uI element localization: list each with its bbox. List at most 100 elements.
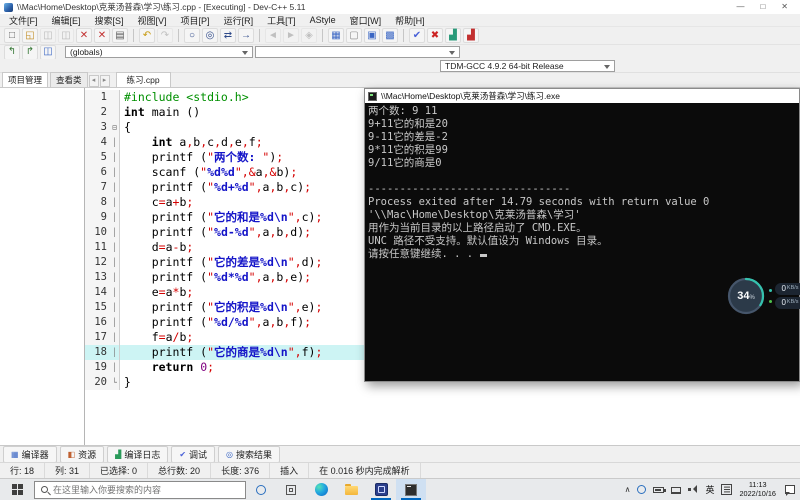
line-number[interactable]: 15 xyxy=(85,300,110,315)
minimize-button[interactable]: — xyxy=(736,0,744,14)
network-icon[interactable] xyxy=(671,487,681,494)
line-number[interactable]: 12 xyxy=(85,255,110,270)
line-number[interactable]: 4 xyxy=(85,135,110,150)
line-number[interactable]: 5 xyxy=(85,150,110,165)
line-number[interactable]: 19 xyxy=(85,360,110,375)
fold-marker-icon[interactable]: │ xyxy=(110,360,120,375)
compile-run-icon[interactable]: ▣ xyxy=(364,28,380,43)
goto-line-icon[interactable]: → xyxy=(238,28,254,43)
fold-marker-icon[interactable]: │ xyxy=(110,270,120,285)
fold-marker-icon[interactable]: │ xyxy=(110,135,120,150)
fold-marker-icon[interactable]: │ xyxy=(110,210,120,225)
fold-marker-icon[interactable]: └ xyxy=(110,375,120,390)
close-button[interactable]: ✕ xyxy=(781,0,788,14)
new-source-icon[interactable]: □ xyxy=(4,28,20,43)
class-browser-icon[interactable]: ◫ xyxy=(40,45,56,60)
open-file-icon[interactable]: ◱ xyxy=(22,28,38,43)
menu-item-工具[interactable]: 工具[T] xyxy=(260,14,303,27)
menu-item-项目[interactable]: 项目[P] xyxy=(174,14,217,27)
edge-button[interactable] xyxy=(306,479,336,500)
fold-marker-icon[interactable]: │ xyxy=(110,225,120,240)
report-tab-编译器[interactable]: ▦编译器 xyxy=(3,446,57,463)
line-number[interactable]: 14 xyxy=(85,285,110,300)
profile-icon[interactable]: ▟ xyxy=(445,28,461,43)
fold-marker-icon[interactable]: │ xyxy=(110,345,120,360)
task-view-button[interactable] xyxy=(276,479,306,500)
console-taskbar-button[interactable] xyxy=(396,479,426,500)
console-titlebar[interactable]: \\Mac\Home\Desktop\克莱汤普森\学习\练习.exe xyxy=(365,89,799,103)
ide-titlebar[interactable]: \\Mac\Home\Desktop\克莱汤普森\学习\练习.cpp - [Ex… xyxy=(0,0,800,14)
report-tab-搜索结果[interactable]: ◎搜索结果 xyxy=(218,446,280,463)
cortana-button[interactable] xyxy=(246,479,276,500)
menu-item-帮助[interactable]: 帮助[H] xyxy=(388,14,432,27)
line-number[interactable]: 9 xyxy=(85,210,110,225)
fold-marker-icon[interactable]: │ xyxy=(110,300,120,315)
tabs-scroll-left-button[interactable]: ◂ xyxy=(89,75,99,87)
line-number[interactable]: 20 xyxy=(85,375,110,390)
file-explorer-button[interactable] xyxy=(336,479,366,500)
globals-dropdown[interactable]: (globals) xyxy=(65,46,253,58)
report-tab-编译日志[interactable]: ▟编译日志 xyxy=(107,446,168,463)
panel-tab-查看类[interactable]: 查看类 xyxy=(50,72,88,87)
console-window[interactable]: \\Mac\Home\Desktop\克莱汤普森\学习\练习.exe 两个数: … xyxy=(364,88,800,382)
menu-item-运行[interactable]: 运行[R] xyxy=(217,14,261,27)
rebuild-all-icon[interactable]: ▩ xyxy=(382,28,398,43)
hidden-icons-chevron-icon[interactable]: ∧ xyxy=(625,485,631,494)
line-number[interactable]: 8 xyxy=(85,195,110,210)
close-file-icon[interactable]: ✕ xyxy=(76,28,92,43)
devcpp-taskbar-button[interactable] xyxy=(366,479,396,500)
tabs-scroll-right-button[interactable]: ▸ xyxy=(100,75,110,87)
line-number[interactable]: 2 xyxy=(85,105,110,120)
line-number[interactable]: 7 xyxy=(85,180,110,195)
line-number[interactable]: 16 xyxy=(85,315,110,330)
line-number[interactable]: 10 xyxy=(85,225,110,240)
start-button[interactable] xyxy=(0,479,34,500)
line-number[interactable]: 1 xyxy=(85,90,110,105)
menu-item-搜索[interactable]: 搜索[S] xyxy=(88,14,131,27)
fold-marker-icon[interactable]: │ xyxy=(110,150,120,165)
line-number[interactable]: 13 xyxy=(85,270,110,285)
report-tab-资源[interactable]: ◧资源 xyxy=(60,446,105,463)
console-output[interactable]: 两个数: 9 119+11它的和是209-11它的差是-29*11它的积是999… xyxy=(365,103,799,381)
fold-marker-icon[interactable] xyxy=(110,105,120,120)
search-input[interactable] xyxy=(53,485,239,495)
menu-item-文件[interactable]: 文件[F] xyxy=(2,14,45,27)
goto-implementation-icon[interactable]: ↱ xyxy=(22,45,38,60)
notification-center-icon[interactable] xyxy=(785,485,795,494)
maximize-button[interactable]: □ xyxy=(760,0,765,14)
editor-tab[interactable]: 练习.cpp xyxy=(116,72,171,87)
print-icon[interactable]: ▤ xyxy=(112,28,128,43)
abort-icon[interactable]: ✖ xyxy=(427,28,443,43)
ime-keyboard-icon[interactable] xyxy=(721,484,732,495)
profile-delete-icon[interactable]: ▟ xyxy=(463,28,479,43)
fold-marker-icon[interactable]: │ xyxy=(110,180,120,195)
tray-app-icon[interactable] xyxy=(637,485,646,494)
line-number[interactable]: 18 xyxy=(85,345,110,360)
close-all-icon[interactable]: ✕ xyxy=(94,28,110,43)
fold-marker-icon[interactable] xyxy=(110,90,120,105)
fold-marker-icon[interactable]: │ xyxy=(110,330,120,345)
menu-item-视图[interactable]: 视图[V] xyxy=(131,14,174,27)
run-icon[interactable]: ▢ xyxy=(346,28,362,43)
line-number[interactable]: 11 xyxy=(85,240,110,255)
replace-icon[interactable]: ⇄ xyxy=(220,28,236,43)
line-number[interactable]: 3 xyxy=(85,120,110,135)
fold-marker-icon[interactable]: │ xyxy=(110,240,120,255)
fold-marker-icon[interactable]: │ xyxy=(110,165,120,180)
compiler-dropdown[interactable]: TDM-GCC 4.9.2 64-bit Release xyxy=(440,60,615,72)
floating-monitor-widget[interactable]: 34% 0KB/s0KB/s xyxy=(726,276,800,316)
fold-marker-icon[interactable]: │ xyxy=(110,255,120,270)
menu-item-AStyle[interactable]: AStyle xyxy=(303,15,343,25)
fold-marker-icon[interactable]: │ xyxy=(110,285,120,300)
members-dropdown[interactable] xyxy=(255,46,460,58)
ime-language-indicator[interactable]: 英 xyxy=(705,483,714,496)
fold-marker-icon[interactable]: │ xyxy=(110,315,120,330)
volume-icon[interactable] xyxy=(688,485,698,494)
compile-icon[interactable]: ▦ xyxy=(328,28,344,43)
undo-icon[interactable]: ↶ xyxy=(139,28,155,43)
goto-declaration-icon[interactable]: ↰ xyxy=(4,45,20,60)
fold-marker-icon[interactable]: │ xyxy=(110,195,120,210)
line-number[interactable]: 6 xyxy=(85,165,110,180)
menu-item-窗口[interactable]: 窗口[W] xyxy=(343,14,389,27)
fold-marker-icon[interactable]: ⊟ xyxy=(110,120,120,135)
